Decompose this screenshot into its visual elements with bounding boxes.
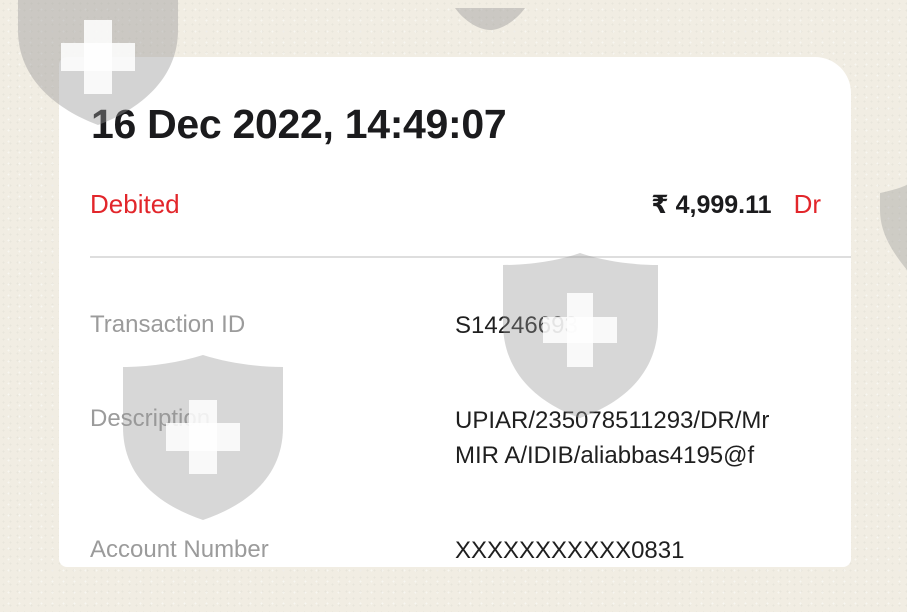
transaction-card: 16 Dec 2022, 14:49:07 Debited ₹ 4,999.11… (59, 57, 851, 567)
transaction-type-badge: Dr (793, 189, 821, 219)
transaction-status: Debited (90, 189, 180, 219)
description-line-2: MIR A/IDIB/aliabbas4195@f (455, 442, 755, 469)
account-number-label: Account Number (90, 536, 269, 563)
transaction-datetime: 16 Dec 2022, 14:49:07 (91, 101, 507, 147)
description-line-1: UPIAR/235078511293/DR/Mr (455, 407, 770, 434)
transaction-id-line: S14246693 (455, 312, 578, 339)
shield-plus-icon (455, 8, 525, 30)
shield-plus-icon (880, 185, 907, 270)
description-value: UPIAR/235078511293/DR/Mr MIR A/IDIB/alia… (455, 403, 835, 473)
transaction-amount: ₹ 4,999.11 (651, 191, 772, 219)
description-label: Description (90, 405, 211, 432)
account-number-line: XXXXXXXXXXX0831 (455, 537, 685, 564)
account-number-value: XXXXXXXXXXX0831 (455, 533, 835, 567)
transaction-id-value: S14246693 (455, 308, 835, 343)
divider (90, 256, 851, 258)
transaction-id-label: Transaction ID (90, 311, 246, 338)
amount-row: ₹ 4,999.11 Dr (651, 189, 821, 220)
